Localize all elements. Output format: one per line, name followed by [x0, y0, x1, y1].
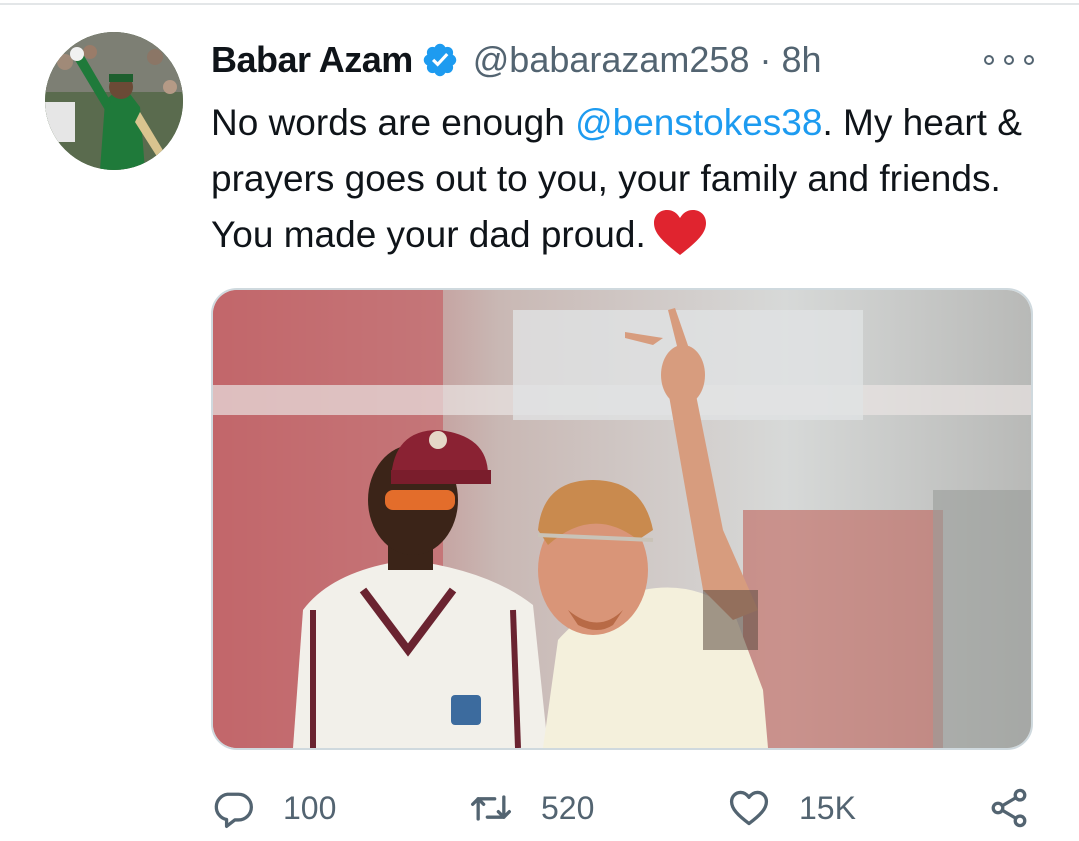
- red-heart-emoji-icon: [652, 209, 708, 257]
- timestamp[interactable]: 8h: [781, 39, 821, 81]
- retweet-icon[interactable]: [469, 786, 513, 830]
- share-action[interactable]: [987, 780, 1031, 836]
- separator-dot: ·: [759, 39, 772, 80]
- like-icon[interactable]: [727, 786, 771, 830]
- tweet-actions: 100 520 15K: [211, 780, 1041, 836]
- like-action[interactable]: 15K: [727, 780, 856, 836]
- retweet-action[interactable]: 520: [469, 780, 594, 836]
- reply-action[interactable]: 100: [211, 780, 336, 836]
- top-divider: [0, 3, 1079, 5]
- retweet-count: 520: [541, 789, 595, 826]
- reply-count: 100: [283, 789, 337, 826]
- like-count: 15K: [799, 789, 856, 826]
- avatar[interactable]: [45, 32, 183, 170]
- tweet-header: Babar Azam @babarazam258 · 8h: [211, 34, 822, 86]
- more-options-icon[interactable]: [984, 46, 1034, 74]
- tweet-text-start: No words are enough: [211, 102, 576, 143]
- tweet-text: No words are enough @benstokes38. My hea…: [211, 95, 1041, 263]
- verified-badge-icon: [421, 41, 459, 79]
- share-icon[interactable]: [987, 786, 1031, 830]
- mention-link[interactable]: @benstokes38: [575, 102, 822, 143]
- tweet-photo[interactable]: [211, 288, 1033, 750]
- author-handle[interactable]: @babarazam258: [473, 39, 750, 81]
- reply-icon[interactable]: [211, 786, 255, 830]
- author-name[interactable]: Babar Azam: [211, 39, 413, 81]
